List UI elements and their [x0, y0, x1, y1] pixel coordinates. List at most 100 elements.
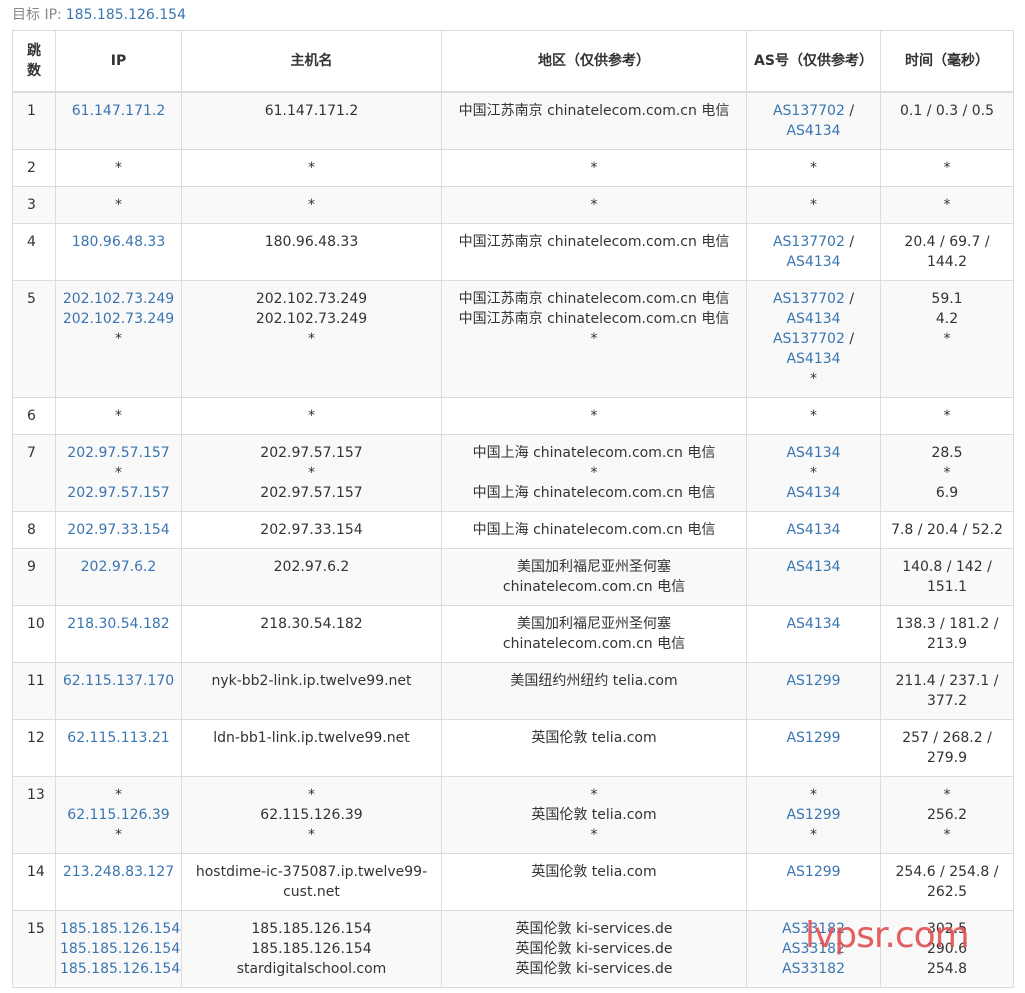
- time-text: *: [943, 408, 951, 424]
- time-text: 279.9: [926, 750, 968, 766]
- region-text: *: [590, 827, 598, 843]
- region-text: 英国伦敦 ki-services.de: [515, 961, 673, 977]
- as-line: AS1299: [751, 805, 876, 825]
- time-cell: 28.5 * 6.9: [880, 434, 1014, 512]
- hostname-text: 202.97.57.157: [260, 445, 363, 461]
- as-link[interactable]: AS4134: [786, 254, 840, 270]
- table-row: 2 * * * * *: [12, 149, 1014, 187]
- hostname-text: 202.97.33.154: [260, 522, 363, 538]
- region-cell: 英国伦敦 telia.com: [441, 719, 747, 777]
- hostname-text: *: [308, 160, 315, 176]
- ip-link[interactable]: 213.248.83.127: [60, 862, 177, 882]
- ip-link[interactable]: 185.185.126.154: [60, 939, 180, 959]
- ip-link[interactable]: 202.97.57.157: [60, 483, 177, 503]
- target-ip-label: 目标 IP:: [12, 7, 62, 23]
- time-cell: *: [880, 149, 1014, 187]
- ip-link[interactable]: 61.147.171.2: [60, 101, 177, 121]
- as-separator: /: [844, 331, 855, 347]
- ip-link[interactable]: 218.30.54.182: [60, 614, 177, 634]
- ip-cell: *: [55, 149, 182, 187]
- as-link[interactable]: AS1299: [786, 673, 840, 689]
- time-cell: 211.4 / 237.1 / 377.2: [880, 662, 1014, 720]
- ip-cell: 62.115.113.21: [55, 719, 182, 777]
- hostname-text: nyk-bb2-link.ip.twelve99.net: [211, 673, 412, 689]
- hostname-cell: 61.147.171.2: [181, 91, 442, 150]
- as-link[interactable]: AS137702: [773, 331, 845, 347]
- hop-number: 3: [27, 197, 36, 213]
- target-ip-value: 185.185.126.154: [65, 7, 186, 23]
- as-cell: AS137702 /AS4134: [746, 223, 881, 281]
- as-cell: AS4134: [746, 511, 881, 549]
- region-text: 英国伦敦 telia.com: [531, 864, 657, 880]
- as-link[interactable]: AS1299: [786, 730, 840, 746]
- region-cell: 美国加利福尼亚州圣何塞 chinatelecom.com.cn 电信: [441, 548, 747, 606]
- ip-link[interactable]: 202.97.33.154: [60, 520, 177, 540]
- as-link[interactable]: AS4134: [786, 123, 840, 139]
- hop-number: 10: [27, 616, 45, 632]
- ip-link[interactable]: 62.115.137.170: [60, 671, 177, 691]
- as-link[interactable]: AS137702: [773, 103, 845, 119]
- time-text: 377.2: [926, 693, 968, 709]
- table-row: 14 213.248.83.127 hostdime-ic-375087.ip.tw…: [12, 853, 1014, 911]
- ip-empty: *: [115, 197, 122, 213]
- as-line: AS4134: [751, 121, 876, 141]
- ip-empty: *: [115, 465, 122, 481]
- ip-link[interactable]: 180.96.48.33: [60, 232, 177, 252]
- ip-link[interactable]: 62.115.113.21: [60, 728, 177, 748]
- as-link[interactable]: AS1299: [786, 807, 840, 823]
- region-cell: 中国上海 chinatelecom.com.cn 电信 * 中国上海 chinate…: [441, 434, 747, 512]
- as-cell: *: [746, 186, 881, 224]
- region-text: *: [590, 408, 598, 424]
- as-link[interactable]: AS33182: [782, 961, 845, 977]
- ip-link[interactable]: 202.97.6.2: [60, 557, 177, 577]
- region-cell: 中国江苏南京 chinatelecom.com.cn 电信: [441, 91, 747, 150]
- as-line: AS4134: [751, 309, 876, 329]
- as-link[interactable]: AS4134: [786, 311, 840, 327]
- as-line: AS1299: [751, 728, 876, 748]
- as-link[interactable]: AS4134: [786, 445, 840, 461]
- as-line: AS137702 /: [751, 289, 876, 309]
- as-link[interactable]: AS4134: [786, 616, 840, 632]
- as-line: AS4134: [751, 520, 876, 540]
- as-link[interactable]: AS137702: [773, 234, 845, 250]
- time-text: 151.1: [926, 579, 968, 595]
- ip-cell: *: [55, 397, 182, 435]
- hostname-text: *: [308, 787, 315, 803]
- hostname-text: *: [308, 827, 315, 843]
- hop-cell: 5: [12, 280, 56, 398]
- ip-link[interactable]: 62.115.126.39: [60, 805, 177, 825]
- hostname-text: 218.30.54.182: [260, 616, 363, 632]
- as-separator: /: [844, 234, 855, 250]
- as-link[interactable]: AS1299: [786, 864, 840, 880]
- ip-link[interactable]: 185.185.126.154: [60, 959, 180, 979]
- ip-link[interactable]: 185.185.126.154: [60, 919, 180, 939]
- time-cell: 257 / 268.2 / 279.9: [880, 719, 1014, 777]
- hostname-cell: hostdime-ic-375087.ip.twelve99- cust.net: [181, 853, 442, 911]
- region-text: *: [590, 197, 598, 213]
- as-line: AS4134: [751, 614, 876, 634]
- time-text: 0.1 / 0.3 / 0.5: [899, 103, 995, 119]
- as-link[interactable]: AS4134: [786, 351, 840, 367]
- hostname-cell: *: [181, 186, 442, 224]
- time-text: 4.2: [935, 311, 959, 327]
- time-text: 144.2: [926, 254, 968, 270]
- ip-link[interactable]: 202.97.57.157: [60, 443, 177, 463]
- as-link[interactable]: AS4134: [786, 485, 840, 501]
- hop-number: 7: [27, 445, 36, 461]
- as-link[interactable]: AS4134: [786, 522, 840, 538]
- ip-link[interactable]: 202.102.73.249: [60, 309, 177, 329]
- region-cell: *: [441, 149, 747, 187]
- ip-link[interactable]: 202.102.73.249: [60, 289, 177, 309]
- hop-number: 12: [27, 730, 45, 746]
- hostname-text: *: [308, 197, 315, 213]
- as-link[interactable]: AS137702: [773, 291, 845, 307]
- time-text: 257 / 268.2 /: [902, 730, 992, 746]
- as-cell: * AS1299 *: [746, 776, 881, 854]
- as-link[interactable]: AS4134: [786, 559, 840, 575]
- region-cell: 美国加利福尼亚州圣何塞 chinatelecom.com.cn 电信: [441, 605, 747, 663]
- hop-number: 2: [27, 160, 36, 176]
- time-text: 211.4 / 237.1 /: [895, 673, 999, 689]
- hostname-text: 61.147.171.2: [264, 103, 359, 119]
- header-as: AS号（仅供参考）: [746, 30, 881, 93]
- time-cell: 59.1 4.2 *: [880, 280, 1014, 398]
